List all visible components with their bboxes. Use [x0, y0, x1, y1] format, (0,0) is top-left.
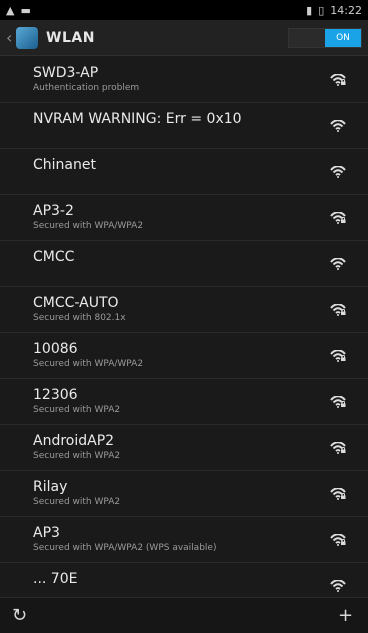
wifi-ssid: 10086	[33, 341, 78, 357]
wifi-ssid: CMCC	[33, 249, 75, 265]
wifi-ssid: Rilay	[33, 479, 68, 495]
wifi-lock-icon	[330, 349, 346, 362]
wifi-network-item[interactable]: SWD3-AP Authentication problem	[0, 57, 368, 103]
wifi-security-subtitle: Secured with 802.1x	[33, 313, 126, 323]
wifi-lock-icon	[330, 211, 346, 224]
status-time: 14:22	[330, 3, 362, 17]
wifi-network-list[interactable]: SWD3-AP Authentication problem NVRAM WARN…	[0, 57, 368, 597]
wifi-ssid: AndroidAP2	[33, 433, 115, 449]
wifi-lock-icon	[330, 303, 346, 316]
wifi-security-subtitle: Secured with WPA2	[33, 497, 121, 507]
wifi-network-item[interactable]: 10086 Secured with WPA/WPA2	[0, 333, 368, 379]
battery-icon: ▯	[318, 3, 325, 17]
wifi-security-subtitle: Authentication problem	[33, 83, 140, 93]
wifi-ssid: AP3-2	[33, 203, 74, 219]
wifi-icon	[330, 257, 346, 270]
wifi-network-item[interactable]: ... 70E	[0, 563, 368, 597]
signal-icon: ▮	[306, 3, 313, 17]
wifi-ssid: CMCC-AUTO	[33, 295, 119, 311]
wifi-icon	[330, 165, 346, 178]
status-left: ▲ ▬	[6, 4, 31, 17]
wifi-toggle-on-label: ON	[325, 28, 361, 47]
refresh-icon[interactable]: ↻	[12, 606, 30, 625]
wifi-ssid: SWD3-AP	[33, 65, 99, 81]
wifi-network-item[interactable]: CMCC	[0, 241, 368, 287]
back-chevron-icon[interactable]: ‹	[6, 28, 14, 47]
wifi-network-item[interactable]: Rilay Secured with WPA2	[0, 471, 368, 517]
wifi-lock-icon	[330, 441, 346, 454]
wifi-lock-icon	[330, 73, 346, 86]
wifi-security-subtitle: Secured with WPA2	[33, 405, 121, 415]
wifi-lock-icon	[330, 487, 346, 500]
wifi-ssid: ... 70E	[33, 571, 78, 587]
alert-icon: ▲	[6, 3, 15, 17]
wifi-network-item[interactable]: Chinanet	[0, 149, 368, 195]
wifi-security-subtitle: Secured with WPA/WPA2	[33, 221, 144, 231]
action-bar: ‹ WLAN ON	[0, 20, 368, 56]
wifi-security-subtitle: Secured with WPA/WPA2 (WPS available)	[33, 543, 217, 553]
wifi-network-item[interactable]: AP3 Secured with WPA/WPA2 (WPS available)	[0, 517, 368, 563]
add-icon[interactable]: +	[338, 606, 356, 625]
wifi-security-subtitle: Secured with WPA2	[33, 451, 121, 461]
phone-icon: ▬	[20, 3, 31, 17]
wifi-network-item[interactable]: AP3-2 Secured with WPA/WPA2	[0, 195, 368, 241]
status-right: ▮ ▯ 14:22	[306, 4, 362, 17]
wifi-lock-icon	[330, 533, 346, 546]
wifi-lock-icon	[330, 395, 346, 408]
settings-app-icon[interactable]	[16, 26, 38, 49]
wifi-ssid: AP3	[33, 525, 60, 541]
wifi-ssid: 12306	[33, 387, 78, 403]
bottom-bar: ↻ +	[0, 597, 368, 633]
wifi-network-item[interactable]: 12306 Secured with WPA2	[0, 379, 368, 425]
wifi-network-item[interactable]: AndroidAP2 Secured with WPA2	[0, 425, 368, 471]
status-bar: ▲ ▬ ▮ ▯ 14:22	[0, 0, 368, 20]
wifi-ssid: Chinanet	[33, 157, 96, 173]
wifi-icon	[330, 119, 346, 132]
wifi-security-subtitle: Secured with WPA/WPA2	[33, 359, 144, 369]
page-title: WLAN	[46, 29, 95, 46]
wifi-icon	[330, 579, 346, 592]
wifi-network-item[interactable]: CMCC-AUTO Secured with 802.1x	[0, 287, 368, 333]
wifi-network-item[interactable]: NVRAM WARNING: Err = 0x10	[0, 103, 368, 149]
wifi-toggle[interactable]: ON	[288, 27, 362, 48]
wifi-ssid: NVRAM WARNING: Err = 0x10	[33, 111, 242, 127]
